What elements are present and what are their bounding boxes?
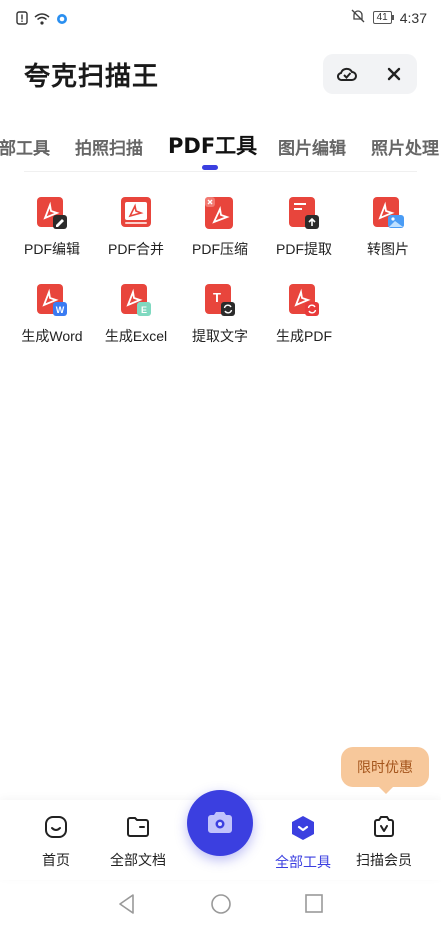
home-icon xyxy=(45,816,67,838)
limited-offer-badge[interactable]: 限时优惠 xyxy=(341,747,429,794)
nav-label: 扫描会员 xyxy=(356,852,412,868)
extract-text-icon: T xyxy=(203,283,237,317)
tab-image-edit[interactable]: 图片编辑 xyxy=(278,134,346,159)
recents-icon[interactable] xyxy=(303,892,325,920)
home-circle-icon[interactable] xyxy=(209,892,233,920)
nav-membership[interactable]: 扫描会员 xyxy=(344,814,424,870)
system-navigation-bar xyxy=(0,880,441,931)
tool-label: PDF合并 xyxy=(108,241,164,257)
pdf-to-excel-icon: E xyxy=(119,283,153,317)
membership-icon xyxy=(374,816,394,837)
tab-all-tools[interactable]: 部工具 xyxy=(0,134,50,159)
cloud-check-button[interactable] xyxy=(332,59,362,89)
tool-label: PDF提取 xyxy=(276,241,332,257)
tool-to-image[interactable]: 转图片 xyxy=(346,196,430,259)
svg-text:W: W xyxy=(56,305,65,315)
divider xyxy=(24,171,417,172)
alert-icon xyxy=(16,10,28,29)
tool-extract-text[interactable]: T 提取文字 xyxy=(178,283,262,346)
folder-icon xyxy=(127,817,149,837)
pdf-to-word-icon: W xyxy=(35,283,69,317)
active-tab-indicator xyxy=(202,165,218,170)
tool-pdf-compress[interactable]: PDF压缩 xyxy=(178,196,262,259)
top-actions xyxy=(323,54,417,94)
nav-label: 全部文档 xyxy=(110,852,166,868)
tool-label: PDF压缩 xyxy=(192,241,248,257)
status-bar: 41 4:37 xyxy=(0,0,441,34)
pdf-edit-icon xyxy=(35,196,69,230)
tab-photo-scan[interactable]: 拍照扫描 xyxy=(75,134,143,159)
close-icon xyxy=(387,67,400,81)
tool-label: 提取文字 xyxy=(192,328,248,344)
tab-photo-process[interactable]: 照片处理 xyxy=(371,134,439,159)
tool-to-word[interactable]: W 生成Word xyxy=(10,283,94,346)
camera-button[interactable] xyxy=(187,790,253,856)
nav-label: 首页 xyxy=(42,852,70,868)
tool-pdf-merge[interactable]: PDF合并 xyxy=(94,196,178,259)
svg-text:T: T xyxy=(213,290,221,305)
tab-pdf-tools[interactable]: PDF工具 xyxy=(168,130,257,160)
app-title: 夸克扫描王 xyxy=(24,62,160,92)
pdf-to-image-icon xyxy=(371,196,405,230)
tool-pdf-edit[interactable]: PDF编辑 xyxy=(10,196,94,259)
nav-all-docs[interactable]: 全部文档 xyxy=(98,814,178,870)
clock: 4:37 xyxy=(399,9,427,26)
tool-to-excel[interactable]: E 生成Excel xyxy=(94,283,178,346)
pdf-merge-icon xyxy=(119,196,153,230)
category-tabs: 部工具 拍照扫描 PDF工具 图片编辑 照片处理 xyxy=(0,122,441,170)
nav-all-tools[interactable]: 全部工具 xyxy=(263,814,343,872)
wifi-icon xyxy=(34,10,50,29)
pdf-extract-icon xyxy=(287,196,321,230)
tool-pdf-extract[interactable]: PDF提取 xyxy=(262,196,346,259)
tool-label: 生成Word xyxy=(21,328,83,344)
app-notification-icon xyxy=(56,10,68,29)
svg-text:E: E xyxy=(141,305,147,315)
tool-create-pdf[interactable]: 生成PDF xyxy=(262,283,346,346)
close-button[interactable] xyxy=(379,59,409,89)
pdf-compress-icon xyxy=(203,196,237,230)
back-icon[interactable] xyxy=(116,892,138,920)
camera-icon xyxy=(208,812,232,833)
nav-label: 全部工具 xyxy=(275,854,331,870)
promo-label: 限时优惠 xyxy=(357,760,413,776)
battery-indicator: 41 xyxy=(372,11,394,24)
tool-label: 生成PDF xyxy=(276,328,332,344)
tools-hex-icon xyxy=(292,816,314,840)
tool-label: PDF编辑 xyxy=(24,241,80,257)
mute-bell-icon xyxy=(351,9,365,26)
tool-label: 转图片 xyxy=(367,241,409,257)
create-pdf-icon xyxy=(287,283,321,317)
tool-label: 生成Excel xyxy=(104,328,168,344)
cloud-check-icon xyxy=(336,67,357,81)
nav-home[interactable]: 首页 xyxy=(16,814,96,870)
